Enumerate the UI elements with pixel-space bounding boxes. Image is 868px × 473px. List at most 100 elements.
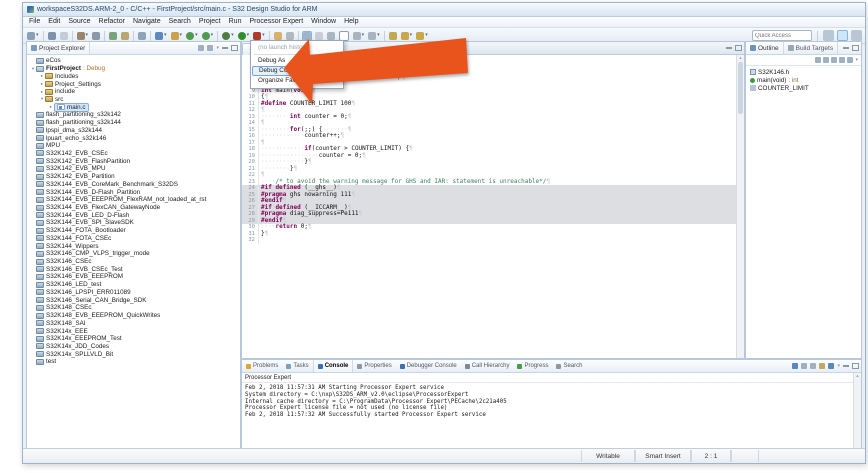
tree-item-s32k146-csec[interactable]: S32K146_CSEc xyxy=(27,258,240,266)
scrollbar-thumb[interactable] xyxy=(738,62,743,114)
tab-project-explorer[interactable]: Project Explorer xyxy=(27,42,90,54)
tree-item-s32k14x-spllvld-bit[interactable]: S32K14x_SPLLVLD_Bit xyxy=(27,350,240,358)
tree-item-s32k142-evb-partition[interactable]: S32K142_EVB_Partition xyxy=(27,173,240,181)
tree-item-firstproject[interactable]: ▾FirstProject: Debug xyxy=(27,65,240,73)
menu-run[interactable]: Run xyxy=(225,17,246,27)
maximize-icon[interactable] xyxy=(852,363,859,369)
tree-item-test[interactable]: test xyxy=(27,358,240,366)
toolbar-terminal-button[interactable] xyxy=(137,31,147,41)
toolbar-save-button[interactable] xyxy=(47,31,57,41)
toolbar-update-component-button[interactable]: ▾ xyxy=(201,31,215,41)
menu-refactor[interactable]: Refactor xyxy=(95,17,129,27)
menu-window[interactable]: Window xyxy=(307,17,340,27)
scroll-lock-icon[interactable] xyxy=(801,363,807,369)
ccpp-perspective-button[interactable] xyxy=(837,30,848,41)
menu-source[interactable]: Source xyxy=(64,17,94,27)
menu-project[interactable]: Project xyxy=(195,17,225,27)
tree-item-s32k144-evb-spi-slavesdk[interactable]: S32K144_EVB_SPI_SlaveSDK xyxy=(27,219,240,227)
tree-item-s32k146-evb-csec-test[interactable]: S32K146_EVB_CSEc_Test xyxy=(27,265,240,273)
tree-item-s32k146-evb-eeeprom[interactable]: S32K146_EVB_EEEPROM xyxy=(27,273,240,281)
pin-console-icon[interactable] xyxy=(819,363,825,369)
toolbar-build-button[interactable]: ▾ xyxy=(76,31,90,41)
outline-item-counter-limit[interactable]: COUNTER_LIMIT xyxy=(746,84,861,92)
tree-item-s32k14x-jdd-codes[interactable]: S32K14x_JDD_Codes xyxy=(27,343,240,351)
tree-item-s32k142-evb-flashpartition[interactable]: S32K142_EVB_FlashPartition xyxy=(27,157,240,165)
tab-search[interactable]: Search xyxy=(552,360,586,372)
minimize-icon[interactable] xyxy=(843,47,849,49)
tree-item-flash-partitioning-s32k142[interactable]: flash_partitioning_s32k142 xyxy=(27,111,240,119)
tree-item-s32k14x-eeeprom-test[interactable]: S32K14x_EEEPROM_Test xyxy=(27,335,240,343)
minimize-icon[interactable] xyxy=(843,365,849,367)
tree-item-s32k144-evb-d-flash-partition[interactable]: S32K144_EVB_D-Flash_Partition xyxy=(27,188,240,196)
tree-item-includes[interactable]: ▸Includes xyxy=(27,72,240,80)
tab-tasks[interactable]: Tasks xyxy=(282,360,312,372)
menu-processor-expert[interactable]: Processor Expert xyxy=(245,17,307,27)
tree-item-s32k148-evb-eeeprom-quickwrites[interactable]: S32K148_EVB_EEEPROM_QuickWrites xyxy=(27,312,240,320)
toolbar-search-button[interactable] xyxy=(120,31,130,41)
toolbar-new-component-button[interactable]: ▾ xyxy=(154,31,168,41)
toolbar-external-tools-button[interactable]: ▾ xyxy=(252,31,266,41)
tree-item-s32k14x-eee[interactable]: S32K14x_EEE xyxy=(27,327,240,335)
tree-item-s32k148-sai[interactable]: S32K148_SAI xyxy=(27,319,240,327)
collapse-all-icon[interactable] xyxy=(815,57,821,63)
tab-properties[interactable]: Properties xyxy=(353,360,395,372)
menu-file[interactable]: File xyxy=(25,17,44,27)
hide-fields-icon[interactable] xyxy=(831,57,837,63)
scroll-up-icon[interactable]: ▲ xyxy=(854,373,861,378)
minimize-icon[interactable] xyxy=(726,47,732,49)
editor-scrollbar[interactable]: ▲ xyxy=(736,55,744,358)
toolbar-build-all-button[interactable] xyxy=(91,31,101,41)
tree-item-lpspi-dma-s32k144[interactable]: lpspi_dma_s32k144 xyxy=(27,126,240,134)
sort-icon[interactable] xyxy=(823,57,829,63)
tree-item-s32k144-evb-eeeprom-flexram-not-loaded-at-rst[interactable]: S32K144_EVB_EEEPROM_FlexRAM_not_loaded_a… xyxy=(27,196,240,204)
hide-static-members-icon[interactable] xyxy=(839,57,845,63)
tab-console[interactable]: Console xyxy=(313,360,354,372)
tree-item-s32k144-fota-csec[interactable]: S32K144_FOTA_CSEc xyxy=(27,235,240,243)
tree-item-s32k142-evb-mpu[interactable]: S32K142_EVB_MPU xyxy=(27,165,240,173)
menu-navigate[interactable]: Navigate xyxy=(129,17,165,27)
tree-item-s32k144-fota-bootloader[interactable]: S32K144_FOTA_Bootloader xyxy=(27,227,240,235)
tree-item-s32k146-lpspi-err011089[interactable]: S32K146_LPSPI_ERR011089 xyxy=(27,289,240,297)
outline-item-s32k146-h[interactable]: S32K146.h xyxy=(746,68,861,76)
tree-item-s32k142-evb-csec[interactable]: S32K142_EVB_CSEc xyxy=(27,150,240,158)
outline-item-main-void[interactable]: main(void) : int xyxy=(746,76,861,84)
menu-help[interactable]: Help xyxy=(340,17,362,27)
tree-item-ecos[interactable]: eCos xyxy=(27,57,240,65)
open-console-icon[interactable]: ▾ xyxy=(837,364,840,369)
tab-outline[interactable]: Outline xyxy=(746,42,784,54)
tree-item-s32k148-csec[interactable]: S32K148_CSEc xyxy=(27,304,240,312)
toolbar-processor-expert-button[interactable]: ▾ xyxy=(185,31,199,41)
tree-item-s32k144-evb-coremark-benchmark-s32ds[interactable]: S32K144_EVB_CoreMark_Benchmark_S32DS xyxy=(27,181,240,189)
toolbar-new-wizard-button[interactable]: ▾ xyxy=(26,31,40,41)
tree-item-include[interactable]: ▸include xyxy=(27,88,240,96)
tree-item-mpu[interactable]: MPU xyxy=(27,142,240,150)
word-wrap-icon[interactable] xyxy=(810,363,816,369)
tab-problems[interactable]: Problems xyxy=(242,360,282,372)
collapse-all-icon[interactable] xyxy=(198,45,204,51)
maximize-icon[interactable] xyxy=(735,45,742,51)
minimize-icon[interactable] xyxy=(222,47,228,49)
toolbar-save-all-button[interactable] xyxy=(59,31,69,41)
toolbar-new-c-file-button[interactable] xyxy=(108,31,118,41)
link-with-editor-icon[interactable] xyxy=(207,45,213,51)
tab-call-hierarchy[interactable]: Call Hierarchy xyxy=(461,360,514,372)
tree-item-s32k144-wippers[interactable]: S32K144_Wippers xyxy=(27,242,240,250)
tree-item-project-settings[interactable]: ▸Project_Settings xyxy=(27,80,240,88)
open-perspective-button[interactable] xyxy=(823,30,834,41)
tree-item-s32k146-serial-can-bridge-sdk[interactable]: S32K146_Serial_CAN_Bridge_SDK xyxy=(27,296,240,304)
toolbar-run-button[interactable]: ▾ xyxy=(237,31,251,41)
hide-non-public-icon[interactable] xyxy=(847,57,853,63)
view-menu-icon[interactable]: ▾ xyxy=(216,46,219,51)
tab-build-targets[interactable]: Build Targets xyxy=(784,42,838,54)
menu-search[interactable]: Search xyxy=(165,17,195,27)
tree-item-lpuart-echo-s32k146[interactable]: lpuart_echo_s32k146 xyxy=(27,134,240,142)
maximize-icon[interactable] xyxy=(231,45,238,51)
quick-access-input[interactable] xyxy=(752,30,812,41)
tree-item-main-c[interactable]: ▸main.c xyxy=(27,103,240,111)
display-selected-console-icon[interactable] xyxy=(828,363,834,369)
other-perspective-button[interactable] xyxy=(851,30,862,41)
tree-item-s32k144-evb-flexcan-gatewaynode[interactable]: S32K144_EVB_FlexCAN_GatewayNode xyxy=(27,204,240,212)
scroll-up-icon[interactable]: ▲ xyxy=(737,55,744,60)
clear-console-icon[interactable] xyxy=(792,363,798,369)
tab-progress[interactable]: Progress xyxy=(513,360,552,372)
